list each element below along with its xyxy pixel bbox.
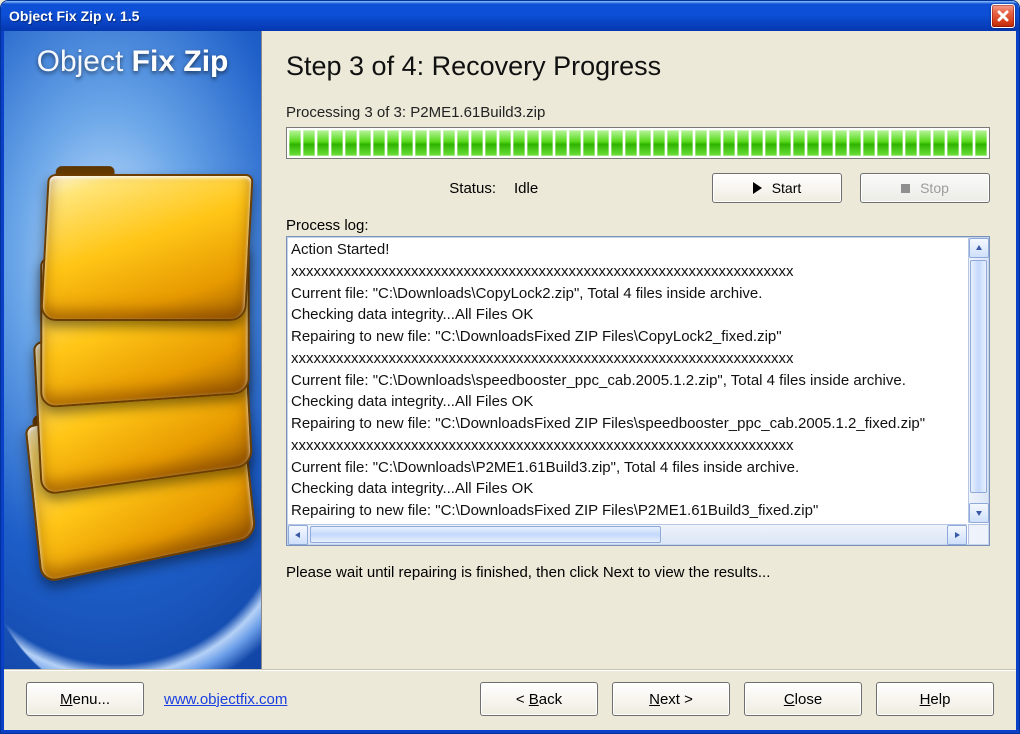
hint-text: Please wait until repairing is finished,… <box>286 564 990 581</box>
vertical-scroll-thumb[interactable] <box>970 260 987 493</box>
sidebar-graphic: Object Fix Zip <box>4 31 262 669</box>
window-title: Object Fix Zip v. 1.5 <box>9 8 139 24</box>
vertical-scroll-track[interactable] <box>969 258 988 503</box>
horizontal-scrollbar[interactable] <box>288 524 967 544</box>
back-button[interactable]: < Back <box>480 682 598 716</box>
processing-label: Processing 3 of 3: P2ME1.61Build3.zip <box>286 104 990 121</box>
back-button-label: < Back <box>516 691 562 708</box>
next-button-label: Next > <box>649 691 693 708</box>
scroll-down-icon[interactable] <box>969 503 989 523</box>
scroll-corner <box>968 524 988 544</box>
horizontal-scroll-track[interactable] <box>308 525 947 544</box>
next-button[interactable]: Next > <box>612 682 730 716</box>
scroll-up-icon[interactable] <box>969 238 989 258</box>
close-button-label: Close <box>784 691 822 708</box>
status-value: Idle <box>514 180 614 197</box>
process-log: Action Started! xxxxxxxxxxxxxxxxxxxxxxxx… <box>286 236 990 546</box>
help-button-label: Help <box>920 691 951 708</box>
progress-bar <box>286 127 990 159</box>
scroll-right-icon[interactable] <box>947 525 967 545</box>
close-button[interactable]: Close <box>744 682 862 716</box>
scroll-left-icon[interactable] <box>288 525 308 545</box>
help-button[interactable]: Help <box>876 682 994 716</box>
process-log-label: Process log: <box>286 217 990 234</box>
play-icon <box>753 182 762 194</box>
brand-logo: Object Fix Zip <box>4 45 261 79</box>
menu-button[interactable]: Menu... <box>26 682 144 716</box>
process-log-content[interactable]: Action Started! xxxxxxxxxxxxxxxxxxxxxxxx… <box>291 239 967 523</box>
website-link[interactable]: www.objectfix.com <box>164 691 287 708</box>
app-window: Object Fix Zip v. 1.5 Object Fix Zip <box>0 0 1020 734</box>
close-icon[interactable] <box>991 4 1015 28</box>
status-label: Status: <box>286 180 496 197</box>
folders-illustration <box>14 151 251 649</box>
stop-button: Stop <box>860 173 990 203</box>
menu-button-label: Menu... <box>60 691 110 708</box>
horizontal-scroll-thumb[interactable] <box>310 526 661 543</box>
vertical-scrollbar[interactable] <box>968 238 988 523</box>
stop-button-label: Stop <box>920 180 949 196</box>
footer: Menu... www.objectfix.com < Back Next > … <box>4 669 1016 730</box>
client-area: Object Fix Zip Step 3 of 4: Recovery Pro… <box>1 31 1019 733</box>
start-button[interactable]: Start <box>712 173 842 203</box>
step-title: Step 3 of 4: Recovery Progress <box>286 51 990 82</box>
stop-icon <box>901 184 910 193</box>
wizard-panel: Step 3 of 4: Recovery Progress Processin… <box>262 31 1016 669</box>
titlebar[interactable]: Object Fix Zip v. 1.5 <box>1 1 1019 31</box>
start-button-label: Start <box>772 180 802 196</box>
